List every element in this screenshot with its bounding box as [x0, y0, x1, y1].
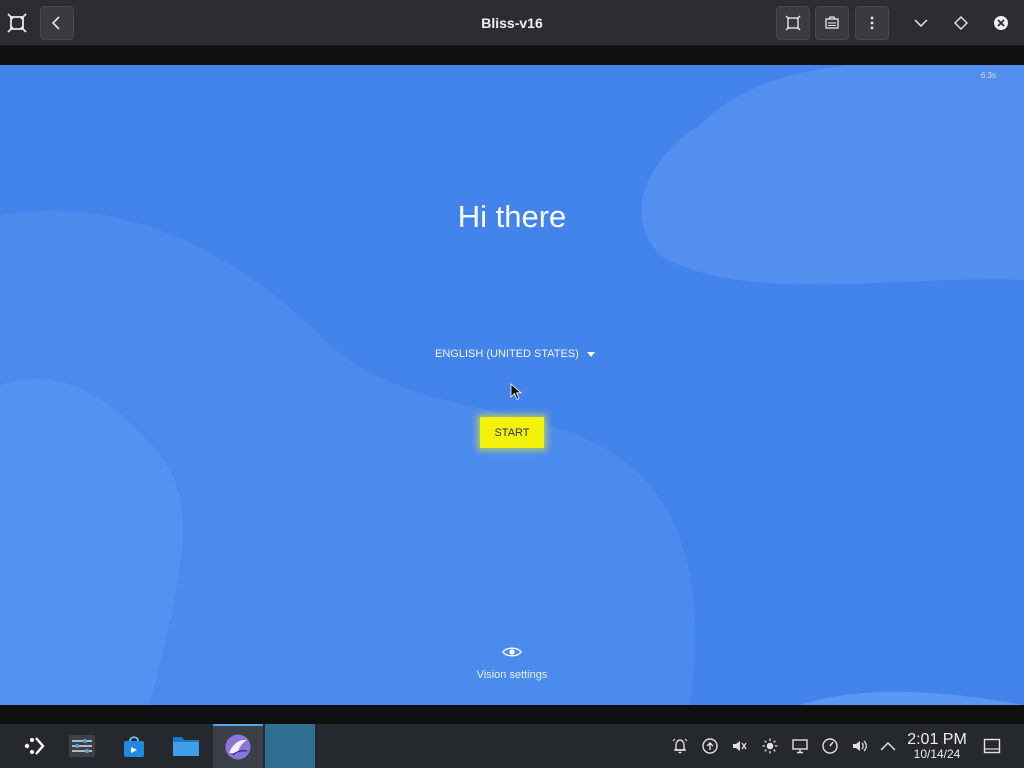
taskbar-discover-store[interactable]	[112, 724, 156, 768]
tray-clock[interactable]: 2:01 PM 10/14/24	[902, 732, 972, 761]
chevron-left-icon	[51, 16, 60, 30]
app-menu-icon[interactable]	[0, 6, 34, 40]
back-button[interactable]	[40, 6, 74, 40]
taskbar-bliss-window[interactable]	[265, 724, 315, 768]
taskbar-waydroid[interactable]	[213, 724, 263, 768]
diamond-icon	[954, 16, 968, 30]
android-setup-screen: 6:3s Hi there ENGLISH (UNITED STATES) ST…	[0, 65, 1024, 705]
application-launcher[interactable]	[12, 724, 56, 768]
folder-icon	[173, 737, 199, 756]
clock-date: 10/14/24	[913, 747, 961, 761]
vision-settings[interactable]: Vision settings	[0, 645, 1024, 681]
close-button[interactable]	[984, 6, 1018, 40]
taskbar: 2:01 PM 10/14/24	[0, 724, 1024, 768]
start-button[interactable]: START	[480, 417, 544, 448]
vision-settings-label: Vision settings	[476, 669, 548, 681]
close-icon	[994, 16, 1008, 30]
language-dropdown[interactable]: ENGLISH (UNITED STATES)	[435, 348, 595, 360]
chevron-down-icon	[914, 19, 928, 28]
window-border-bottom	[0, 705, 1024, 724]
tray-performance[interactable]	[816, 724, 844, 768]
screenshot-button[interactable]	[815, 6, 849, 40]
volume-icon	[853, 740, 867, 752]
speaker-muted-icon	[733, 741, 747, 751]
greeting-heading: Hi there	[457, 199, 567, 234]
fullscreen-icon	[785, 15, 801, 31]
language-label: ENGLISH (UNITED STATES)	[435, 348, 579, 360]
store-bag-icon	[124, 736, 144, 757]
alarm-bell-icon	[672, 738, 688, 754]
tray-display[interactable]	[786, 724, 814, 768]
gauge-icon	[822, 738, 838, 754]
minimize-button[interactable]	[904, 6, 938, 40]
taskbar-file-manager[interactable]	[164, 724, 208, 768]
monitor-icon	[792, 739, 808, 754]
window-border	[0, 46, 1024, 65]
chevron-up-icon	[880, 741, 896, 751]
tray-brightness[interactable]	[756, 724, 784, 768]
tray-notifications[interactable]	[666, 724, 694, 768]
waydroid-icon	[225, 734, 251, 760]
clock-time: 2:01 PM	[907, 731, 967, 748]
window-titlebar: Bliss-v16	[0, 0, 1024, 46]
tray-expand[interactable]	[874, 724, 902, 768]
eye-icon	[502, 647, 522, 657]
mouse-pointer-icon	[510, 383, 522, 401]
launcher-icon	[24, 737, 45, 755]
update-icon	[702, 738, 718, 754]
status-text: 6:3s	[980, 71, 996, 80]
tray-microphone[interactable]	[725, 724, 753, 768]
camera-icon	[825, 16, 839, 29]
settings-sliders-icon	[69, 735, 95, 757]
dropdown-arrow-icon	[586, 351, 595, 357]
maximize-button[interactable]	[944, 6, 978, 40]
tray-updates[interactable]	[696, 724, 724, 768]
fullscreen-button[interactable]	[776, 6, 810, 40]
more-options-button[interactable]	[855, 6, 889, 40]
sun-icon	[762, 738, 778, 754]
show-desktop-button[interactable]	[978, 724, 1006, 768]
desktop-icon	[983, 738, 1001, 754]
kebab-menu-icon	[870, 16, 874, 30]
taskbar-system-settings[interactable]	[60, 724, 104, 768]
tray-volume[interactable]	[846, 724, 874, 768]
